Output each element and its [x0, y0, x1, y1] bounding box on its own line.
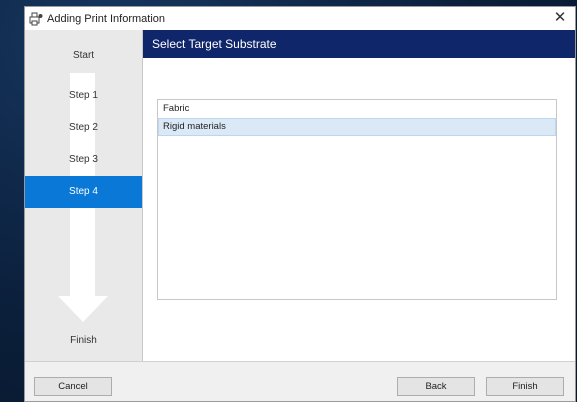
printer-icon	[29, 12, 43, 26]
step-4: Step 4	[25, 176, 142, 208]
progress-arrow-head	[58, 296, 108, 322]
list-item-rigid-materials[interactable]: Rigid materials	[158, 118, 556, 136]
substrate-list[interactable]: Fabric Rigid materials	[157, 99, 557, 300]
content-area: Fabric Rigid materials	[143, 58, 575, 361]
cancel-button[interactable]: Cancel	[34, 377, 112, 396]
dialog-footer: Cancel Back Finish	[25, 361, 575, 401]
close-button[interactable]: ✕	[551, 9, 569, 27]
window-title: Adding Print Information	[47, 12, 166, 25]
step-3: Step 3	[69, 154, 98, 165]
step-2: Step 2	[69, 122, 98, 133]
step-1: Step 1	[69, 90, 98, 101]
page-title: Select Target Substrate	[143, 30, 575, 58]
step-finish: Finish	[70, 335, 97, 346]
list-item-fabric[interactable]: Fabric	[158, 100, 556, 118]
finish-button[interactable]: Finish	[486, 377, 564, 396]
back-button[interactable]: Back	[397, 377, 475, 396]
title-bar: Adding Print Information ✕	[25, 7, 575, 30]
wizard-step-sidebar: Start Step 1 Step 2 Step 3 Step 4 Finish	[25, 30, 143, 361]
adding-print-information-dialog: Adding Print Information ✕ Start Step 1 …	[24, 6, 576, 402]
step-start: Start	[72, 50, 95, 61]
